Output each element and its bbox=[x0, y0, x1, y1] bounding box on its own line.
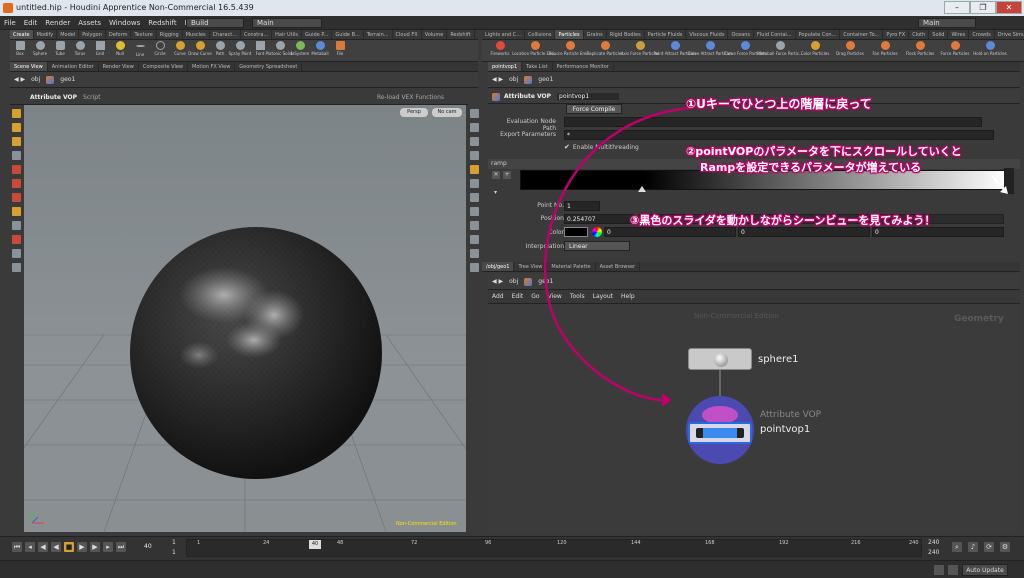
playhead-marker[interactable]: 40 bbox=[309, 540, 321, 549]
timeline-scrubber[interactable]: 1 24 48 72 96 120 144 168 192 216 240 40 bbox=[186, 539, 922, 557]
annotation-curved-arrow bbox=[543, 106, 691, 402]
tick-label: 240 bbox=[909, 540, 919, 546]
auto-update-dropdown[interactable]: Auto Update bbox=[962, 564, 1008, 576]
realtime-icon[interactable]: ⟳ bbox=[984, 542, 994, 552]
tick-label: 1 bbox=[197, 540, 201, 546]
next-key-icon[interactable]: ▸ bbox=[103, 542, 113, 552]
range-end-field[interactable]: 240 bbox=[928, 539, 939, 546]
annotation-step-1: ①Uキーでひとつ上の階層に戻って bbox=[686, 97, 872, 111]
tick-label: 144 bbox=[631, 540, 641, 546]
tick-label: 192 bbox=[779, 540, 789, 546]
prev-key-icon[interactable]: ◂ bbox=[25, 542, 35, 552]
stop-icon[interactable]: ■ bbox=[64, 542, 74, 552]
tick-label: 96 bbox=[485, 540, 492, 546]
step-back-icon[interactable]: ◀ bbox=[38, 542, 48, 552]
status-bar: Auto Update bbox=[0, 560, 1024, 578]
play-icon[interactable]: ▶ bbox=[77, 542, 87, 552]
key-icon[interactable]: ⌕ bbox=[952, 542, 962, 552]
tick-label: 120 bbox=[557, 540, 567, 546]
step-forward-icon[interactable]: ▶ bbox=[90, 542, 100, 552]
tick-label: 168 bbox=[705, 540, 715, 546]
status-icon[interactable] bbox=[948, 565, 958, 575]
tick-label: 72 bbox=[411, 540, 418, 546]
settings-icon[interactable]: ⚙ bbox=[1000, 542, 1010, 552]
timeline-right-tools: ⌕ ♪ ⟳ ⚙ bbox=[952, 542, 1013, 552]
audio-icon[interactable]: ♪ bbox=[968, 542, 978, 552]
annotation-step-2-line2: Rampを設定できるパラメータが増えている bbox=[700, 161, 922, 174]
playback-controls: ⏮ ◂ ◀ ◀ ■ ▶ ▶ ▸ ⏭ bbox=[12, 542, 129, 552]
jump-end-icon[interactable]: ⏭ bbox=[116, 542, 126, 552]
annotation-step-3: ③黒色のスライダを動かしながらシーンビューを見てみよう！ bbox=[630, 214, 936, 227]
range-start-field[interactable]: 1 bbox=[172, 539, 176, 546]
tick-label: 48 bbox=[337, 540, 344, 546]
play-reverse-icon[interactable]: ◀ bbox=[51, 542, 61, 552]
annotation-arrowhead-icon bbox=[662, 393, 672, 407]
tick-label: 24 bbox=[263, 540, 270, 546]
current-frame-field[interactable]: 40 bbox=[144, 543, 152, 550]
annotation-step-2-line1: ②pointVOPのパラメータを下にスクロールしていくと bbox=[686, 145, 962, 158]
timeline-bar: ⏮ ◂ ◀ ◀ ■ ▶ ▶ ▸ ⏭ 40 1 1 1 24 48 72 96 1… bbox=[0, 536, 1024, 560]
jump-start-icon[interactable]: ⏮ bbox=[12, 542, 22, 552]
range-end-field-2[interactable]: 240 bbox=[928, 549, 939, 556]
tick-label: 216 bbox=[851, 540, 861, 546]
status-icon[interactable] bbox=[934, 565, 944, 575]
range-start-field-2[interactable]: 1 bbox=[172, 549, 176, 556]
annotation-overlay bbox=[543, 106, 1008, 407]
